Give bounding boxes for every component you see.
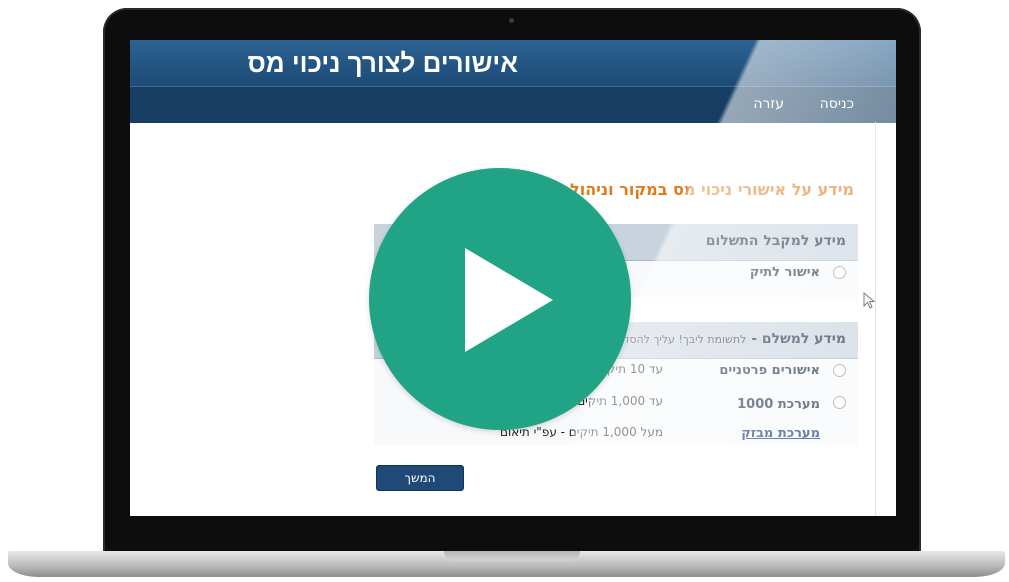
- mouse-cursor-icon: [863, 292, 876, 309]
- page-title: אישורים לצורך ניכוי מס: [247, 48, 518, 78]
- nav-help-link[interactable]: עזרה: [753, 96, 784, 112]
- option-label: אישורים פרטניים: [719, 363, 820, 378]
- continue-button[interactable]: המשך: [376, 465, 464, 491]
- radio-file-approval[interactable]: [833, 266, 846, 279]
- recipient-section-title: מידע למקבל התשלום: [705, 233, 846, 249]
- nav-login-link[interactable]: כניסה: [820, 96, 854, 112]
- payer-section-heading: מידע למשלם -: [751, 331, 846, 347]
- option-label: אישור לתיק: [749, 265, 820, 280]
- radio-system-1000[interactable]: [833, 396, 846, 409]
- nav-bar: כניסה עזרה: [130, 86, 896, 123]
- video-play-button[interactable]: [369, 168, 631, 430]
- mavzak-system-link[interactable]: מערכת מבזק: [741, 426, 820, 441]
- camera-dot: [509, 18, 514, 23]
- radio-individual-approvals[interactable]: [833, 364, 846, 377]
- play-icon: [465, 248, 553, 352]
- content-divider: [875, 122, 876, 516]
- header-bar: אישורים לצורך ניכוי מס: [130, 40, 896, 86]
- laptop-notch: [444, 551, 580, 561]
- option-label: מערכת 1000: [737, 397, 820, 412]
